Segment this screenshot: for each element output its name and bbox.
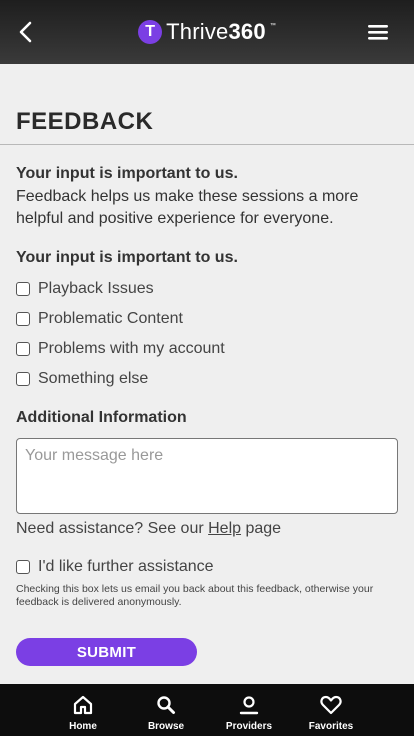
logo-letter: T [145,23,156,40]
choice-label: Problematic Content [38,310,183,327]
logo-trademark: ™ [269,23,276,29]
submit-button[interactable]: SUBMIT [16,638,197,666]
nav-label: Home [69,721,97,732]
intro-heading: Your input is important to us. [16,165,238,182]
nav-item-home[interactable]: Home [48,684,118,736]
assistance-suffix: page [241,520,282,537]
feedback-form: FEEDBACK Your input is important to us. … [0,64,414,684]
choices-heading: Your input is important to us. [16,249,238,266]
checkbox[interactable] [16,282,30,296]
message-input[interactable] [16,438,398,514]
hamburger-menu-icon [368,25,388,40]
page-title: FEEDBACK [16,108,154,135]
logo-wordmark: Thrive360 [166,19,266,45]
nav-label: Providers [225,721,273,732]
help-link[interactable]: Help [208,520,241,537]
further-assistance-label: I'd like further assistance [38,558,214,575]
checkbox[interactable] [16,342,30,356]
bottom-nav: Home Browse Providers Favorites [0,684,414,736]
intro-body: Feedback helps us make these sessions a … [16,188,359,227]
nav-item-favorites[interactable]: Favorites [296,684,366,736]
nav-item-browse[interactable]: Browse [131,684,201,736]
nav-label: Favorites [308,721,354,732]
choice-label: Playback Issues [38,280,154,297]
chevron-left-icon [19,21,32,43]
checkbox[interactable] [16,560,30,574]
further-assistance-option[interactable]: I'd like further assistance [16,555,214,579]
choice-something-else[interactable]: Something else [16,367,148,391]
heart-icon [320,694,342,716]
choice-label: Problems with my account [38,340,225,357]
title-divider [0,144,414,145]
logo-mark: T [138,20,163,44]
assistance-prefix: Need assistance? See our [16,520,209,537]
top-bar: T Thrive360 ™ [0,0,414,64]
checkbox[interactable] [16,312,30,326]
fine-print: Checking this box lets us email you back… [16,583,374,608]
additional-info-heading: Additional Information [16,409,187,426]
choice-account-problems[interactable]: Problems with my account [16,337,225,361]
checkbox[interactable] [16,372,30,386]
home-icon [72,694,94,716]
choice-label: Something else [38,370,149,387]
choice-playback-issues[interactable]: Playback Issues [16,277,154,301]
back-button[interactable] [14,20,38,44]
nav-label: Browse [147,721,185,732]
brand-logo: T Thrive360 ™ [138,19,276,45]
search-icon [155,694,177,716]
logo-name-bold: 360 [228,19,266,44]
person-icon [238,694,260,716]
nav-item-providers[interactable]: Providers [214,684,284,736]
menu-button[interactable] [366,22,390,42]
logo-name-regular: Thrive [166,19,229,44]
choice-problematic-content[interactable]: Problematic Content [16,307,183,331]
assistance-text: Need assistance? See our Help page [16,520,281,538]
